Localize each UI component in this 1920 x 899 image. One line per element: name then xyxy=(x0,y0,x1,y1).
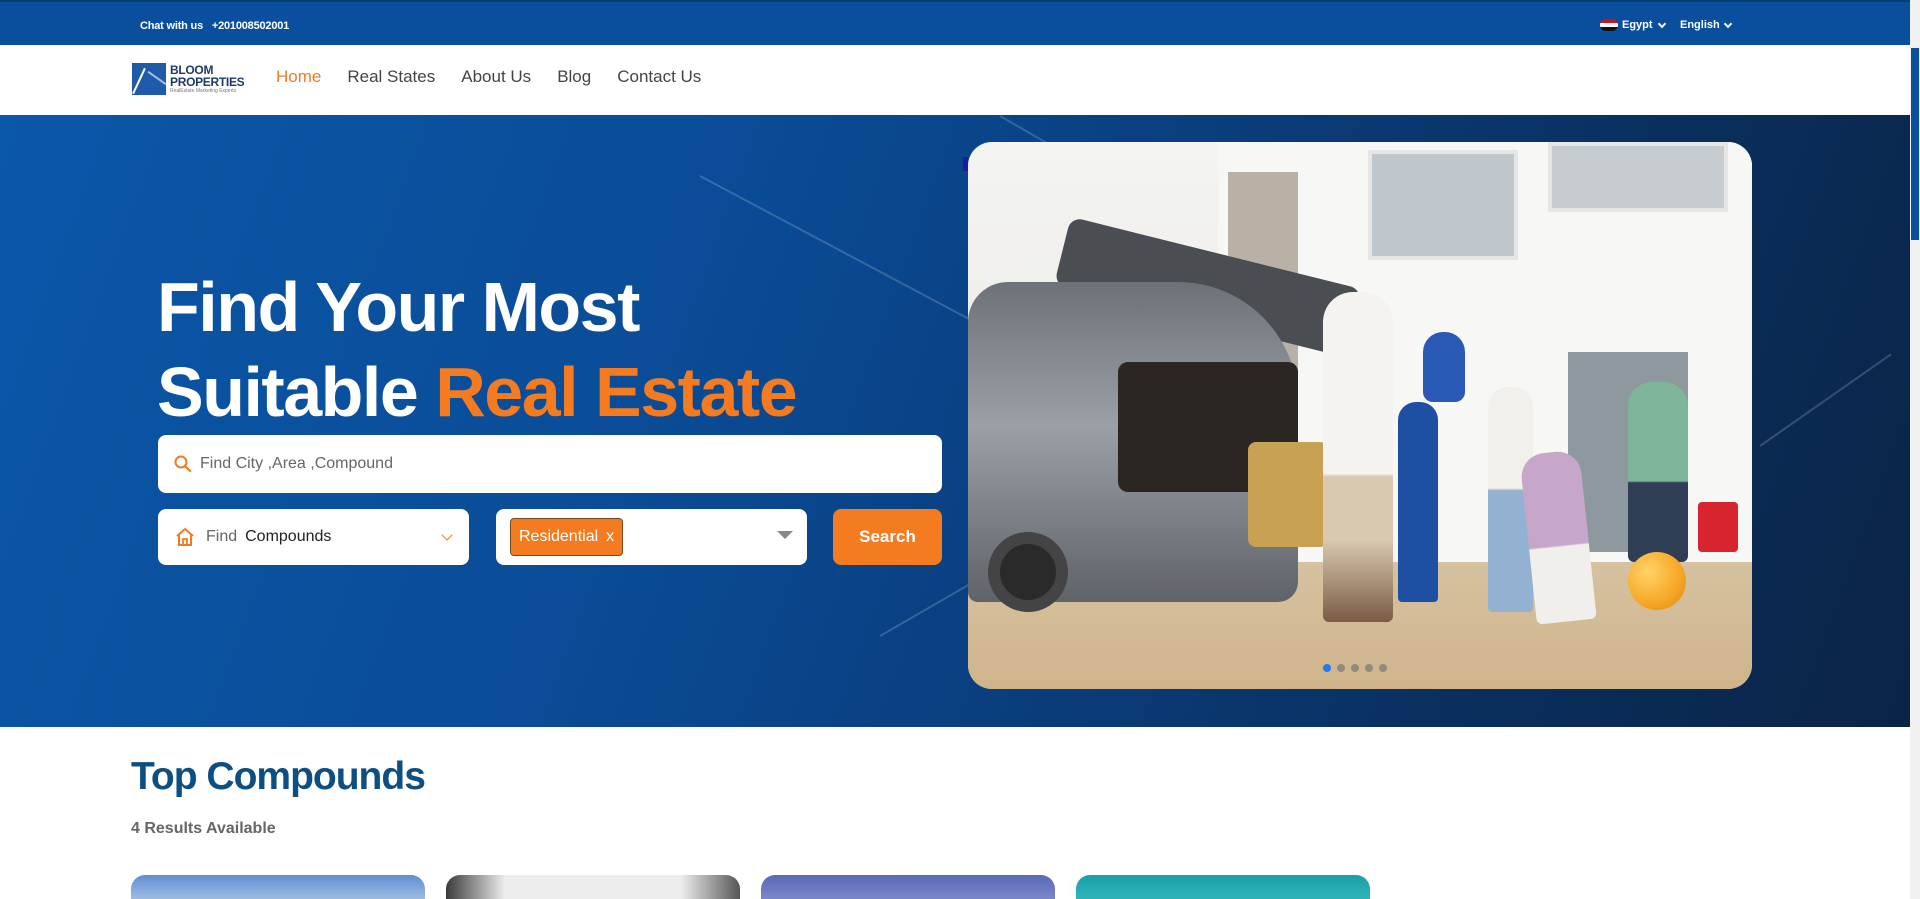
chevron-down-icon xyxy=(441,529,453,541)
compound-card[interactable] xyxy=(446,875,740,899)
search-icon xyxy=(174,455,192,473)
headline-line2-plain: Suitable xyxy=(157,353,419,431)
main-nav: BLOOM PROPERTIES RealEstate Marketing Ex… xyxy=(0,45,1910,115)
carousel-dot[interactable] xyxy=(1351,664,1359,672)
nav-about-us[interactable]: About Us xyxy=(461,67,531,87)
section-title: Top Compounds xyxy=(131,755,426,798)
egypt-flag-icon xyxy=(1600,19,1618,31)
compound-card[interactable] xyxy=(761,875,1055,899)
language-label: English xyxy=(1680,19,1720,31)
compound-card[interactable] xyxy=(1076,875,1370,899)
scrollbar-thumb[interactable] xyxy=(1911,48,1919,240)
results-count: 4 Results Available xyxy=(131,820,276,837)
country-selector[interactable]: Egypt xyxy=(1600,19,1666,31)
location-search[interactable] xyxy=(158,435,942,493)
carousel-dot[interactable] xyxy=(1365,664,1373,672)
chat-with-us[interactable]: Chat with us +201008502001 xyxy=(140,20,289,32)
chip-label: Residential xyxy=(519,528,599,545)
find-value: Compounds xyxy=(245,528,332,545)
logo-text: BLOOM PROPERTIES RealEstate Marketing Ex… xyxy=(170,64,245,94)
search-button[interactable]: Search xyxy=(833,509,942,565)
logo-tagline: RealEstate Marketing Experts xyxy=(170,88,237,94)
carousel-dot[interactable] xyxy=(1379,664,1387,672)
language-selector[interactable]: English xyxy=(1680,19,1732,31)
logo-line2: PROPERTIES xyxy=(170,75,245,89)
chip-remove-icon[interactable]: x xyxy=(606,528,614,546)
property-type-select[interactable]: Residential x xyxy=(496,509,807,565)
caret-down-icon[interactable] xyxy=(777,531,793,539)
decorative-streak xyxy=(1759,353,1892,447)
find-label: Find xyxy=(206,528,238,545)
chevron-down-icon xyxy=(1723,19,1732,28)
chevron-down-icon xyxy=(1657,19,1666,28)
country-label: Egypt xyxy=(1622,19,1653,31)
logo[interactable]: BLOOM PROPERTIES RealEstate Marketing Ex… xyxy=(132,63,245,95)
nav-menu: Home Real States About Us Blog Contact U… xyxy=(276,67,701,87)
residential-chip: Residential x xyxy=(510,518,624,556)
nav-blog[interactable]: Blog xyxy=(557,67,591,87)
hero-headline: Find Your Most Suitable Real Estate xyxy=(157,265,798,435)
property-category-select[interactable]: Find Compounds xyxy=(158,509,469,565)
headline-line1: Find Your Most xyxy=(157,268,640,346)
headline-line2-accent: Real Estate xyxy=(435,353,797,431)
carousel-dot[interactable] xyxy=(1337,664,1345,672)
search-input[interactable] xyxy=(200,455,900,473)
nav-contact-us[interactable]: Contact Us xyxy=(617,67,701,87)
carousel-dot[interactable] xyxy=(1323,664,1331,672)
carousel-dots xyxy=(1323,664,1387,672)
hero-carousel-image xyxy=(968,142,1752,689)
compound-card[interactable] xyxy=(131,875,425,899)
logo-mark-icon xyxy=(132,63,166,95)
page-scrollbar[interactable] xyxy=(1910,0,1920,899)
chat-label: Chat with us xyxy=(140,20,203,32)
phone-number[interactable]: +201008502001 xyxy=(212,20,289,32)
top-bar: Chat with us +201008502001 Egypt English xyxy=(0,0,1910,45)
nav-real-states[interactable]: Real States xyxy=(347,67,435,87)
nav-home[interactable]: Home xyxy=(276,67,321,87)
home-icon xyxy=(176,528,194,546)
hero-section: Find Your Most Suitable Real Estate Find… xyxy=(0,115,1910,727)
